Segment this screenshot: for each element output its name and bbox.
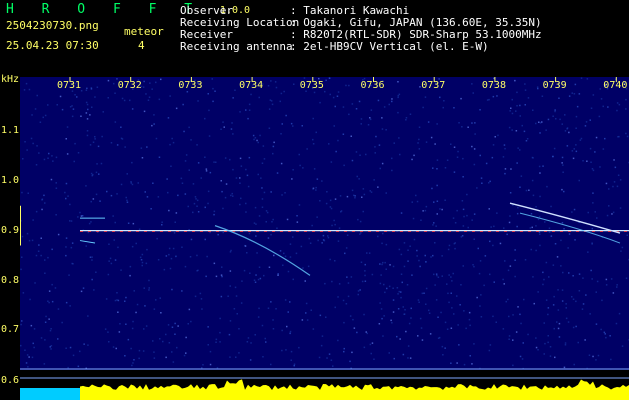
x-tick-label: 0733: [178, 80, 203, 91]
antenna-label: Receiving antenna: [180, 40, 293, 53]
x-tick-label: 0738: [481, 80, 506, 91]
y-tick-label: 0.6: [1, 375, 20, 386]
y-tick-label: 0.9: [1, 225, 20, 236]
spectrogram-background: [20, 77, 629, 370]
level-start-bar: [20, 388, 80, 400]
y-tick-label: 1.1: [1, 125, 20, 136]
x-tick-label: 0731: [57, 80, 82, 91]
y-tick-label: 1.0: [1, 175, 20, 186]
y-tick-label: 0.8: [1, 275, 20, 286]
y-tick-label: 0.7: [1, 324, 20, 335]
antenna-value: : 2el-HB9CV Vertical (el. E-W): [290, 40, 489, 53]
level-graph: [80, 379, 629, 400]
meteor-label: meteor: [124, 25, 164, 38]
y-unit-label: kHz: [1, 74, 20, 85]
x-tick-label: 0740: [603, 80, 628, 91]
x-tick-label: 0735: [299, 80, 324, 91]
spectrogram: [20, 77, 629, 400]
x-tick-label: 0736: [360, 80, 385, 91]
filename: 2504230730.png: [6, 19, 99, 32]
x-tick-label: 0737: [421, 80, 446, 91]
meteor-count: 4: [138, 39, 145, 52]
x-tick-label: 0734: [239, 80, 264, 91]
datetime: 25.04.23 07:30: [6, 39, 99, 52]
x-tick-label: 0739: [542, 80, 567, 91]
x-tick-label: 0732: [117, 80, 142, 91]
